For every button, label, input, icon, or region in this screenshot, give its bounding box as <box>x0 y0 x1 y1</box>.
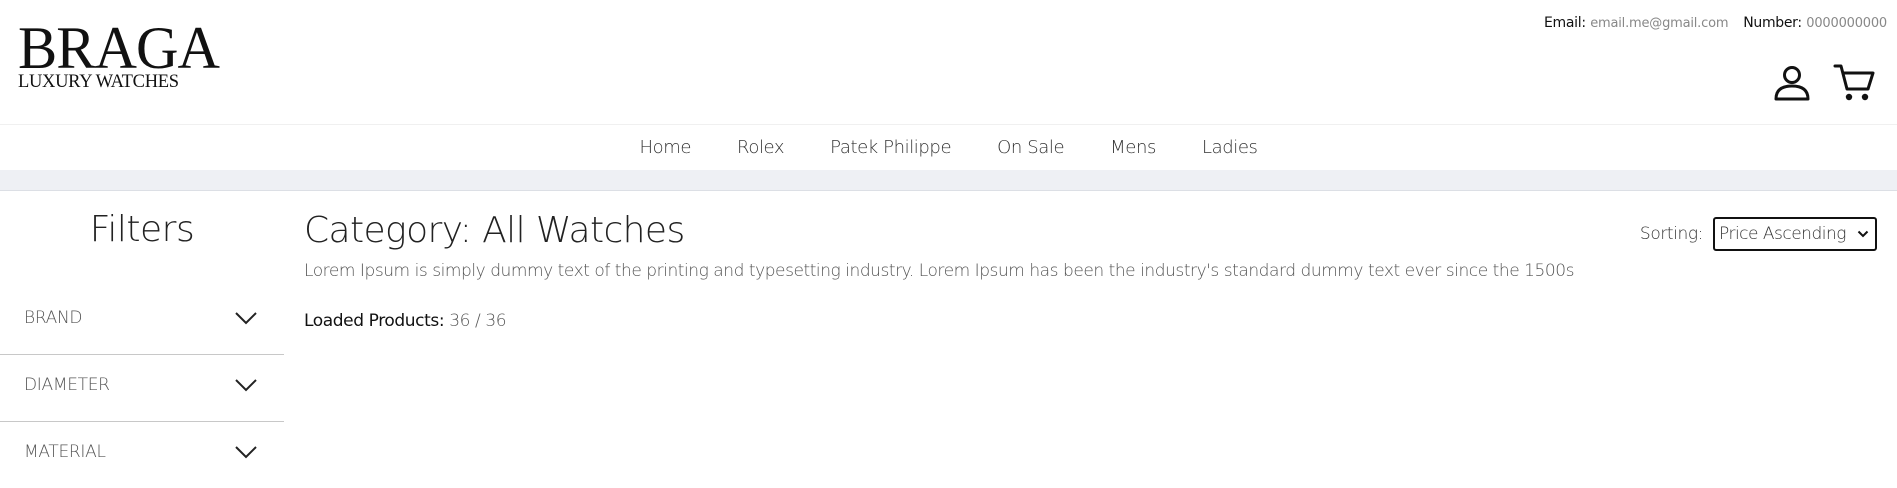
email-value[interactable]: email.me@gmail.com <box>1590 16 1728 31</box>
nav-item-patek-philippe[interactable]: Patek Philippe <box>830 137 951 158</box>
sorting-control: Sorting: Price Ascending <box>1640 217 1877 251</box>
email-label: Email: <box>1544 15 1586 31</box>
user-icon <box>1774 66 1810 101</box>
sorting-select[interactable]: Price Ascending <box>1713 217 1877 251</box>
header-icons <box>1771 62 1875 104</box>
contact-info: Email: email.me@gmail.com Number: 000000… <box>1544 15 1887 31</box>
filter-label: DIAMETER <box>24 375 110 395</box>
main-nav: Home Rolex Patek Philippe On Sale Mens L… <box>0 124 1897 171</box>
chevron-down-icon <box>235 446 257 459</box>
category-description: Lorem Ipsum is simply dummy text of the … <box>304 261 1575 281</box>
nav-item-on-sale[interactable]: On Sale <box>997 137 1064 158</box>
filters-sidebar: Filters BRAND DIAMETER MATERIAL <box>0 191 284 482</box>
filter-material[interactable]: MATERIAL <box>0 422 284 488</box>
chevron-down-icon <box>235 379 257 392</box>
filter-brand[interactable]: BRAND <box>0 288 284 355</box>
product-listing: Category: All Watches Lorem Ipsum is sim… <box>304 191 1894 482</box>
account-button[interactable] <box>1771 62 1813 104</box>
nav-item-mens[interactable]: Mens <box>1110 137 1156 158</box>
chevron-down-icon <box>235 312 257 325</box>
sorting-label: Sorting: <box>1639 224 1703 244</box>
sorting-selected-value: Price Ascending <box>1719 224 1846 244</box>
cart-button[interactable] <box>1833 62 1875 104</box>
site-header: BRAGA LUXURY WATCHES Email: email.me@gma… <box>0 0 1897 124</box>
loaded-label: Loaded Products: <box>304 311 445 331</box>
nav-item-home[interactable]: Home <box>639 137 691 158</box>
cart-icon <box>1833 64 1875 101</box>
logo-title: BRAGA <box>18 15 220 81</box>
chevron-down-icon <box>1857 230 1869 238</box>
loaded-products: Loaded Products: 36 / 36 <box>304 311 507 331</box>
number-value[interactable]: 0000000000 <box>1806 16 1887 31</box>
category-title: Category: All Watches <box>304 210 685 251</box>
filter-diameter[interactable]: DIAMETER <box>0 355 284 422</box>
nav-item-ladies[interactable]: Ladies <box>1202 137 1258 158</box>
filters-title: Filters <box>89 209 195 250</box>
filter-label: BRAND <box>24 308 83 328</box>
logo[interactable]: BRAGA LUXURY WATCHES <box>18 15 223 91</box>
number-label: Number: <box>1743 15 1802 31</box>
loaded-count: 36 / 36 <box>449 311 507 331</box>
filter-label: MATERIAL <box>24 442 106 462</box>
nav-item-rolex[interactable]: Rolex <box>737 137 785 158</box>
divider-strip <box>0 170 1897 191</box>
